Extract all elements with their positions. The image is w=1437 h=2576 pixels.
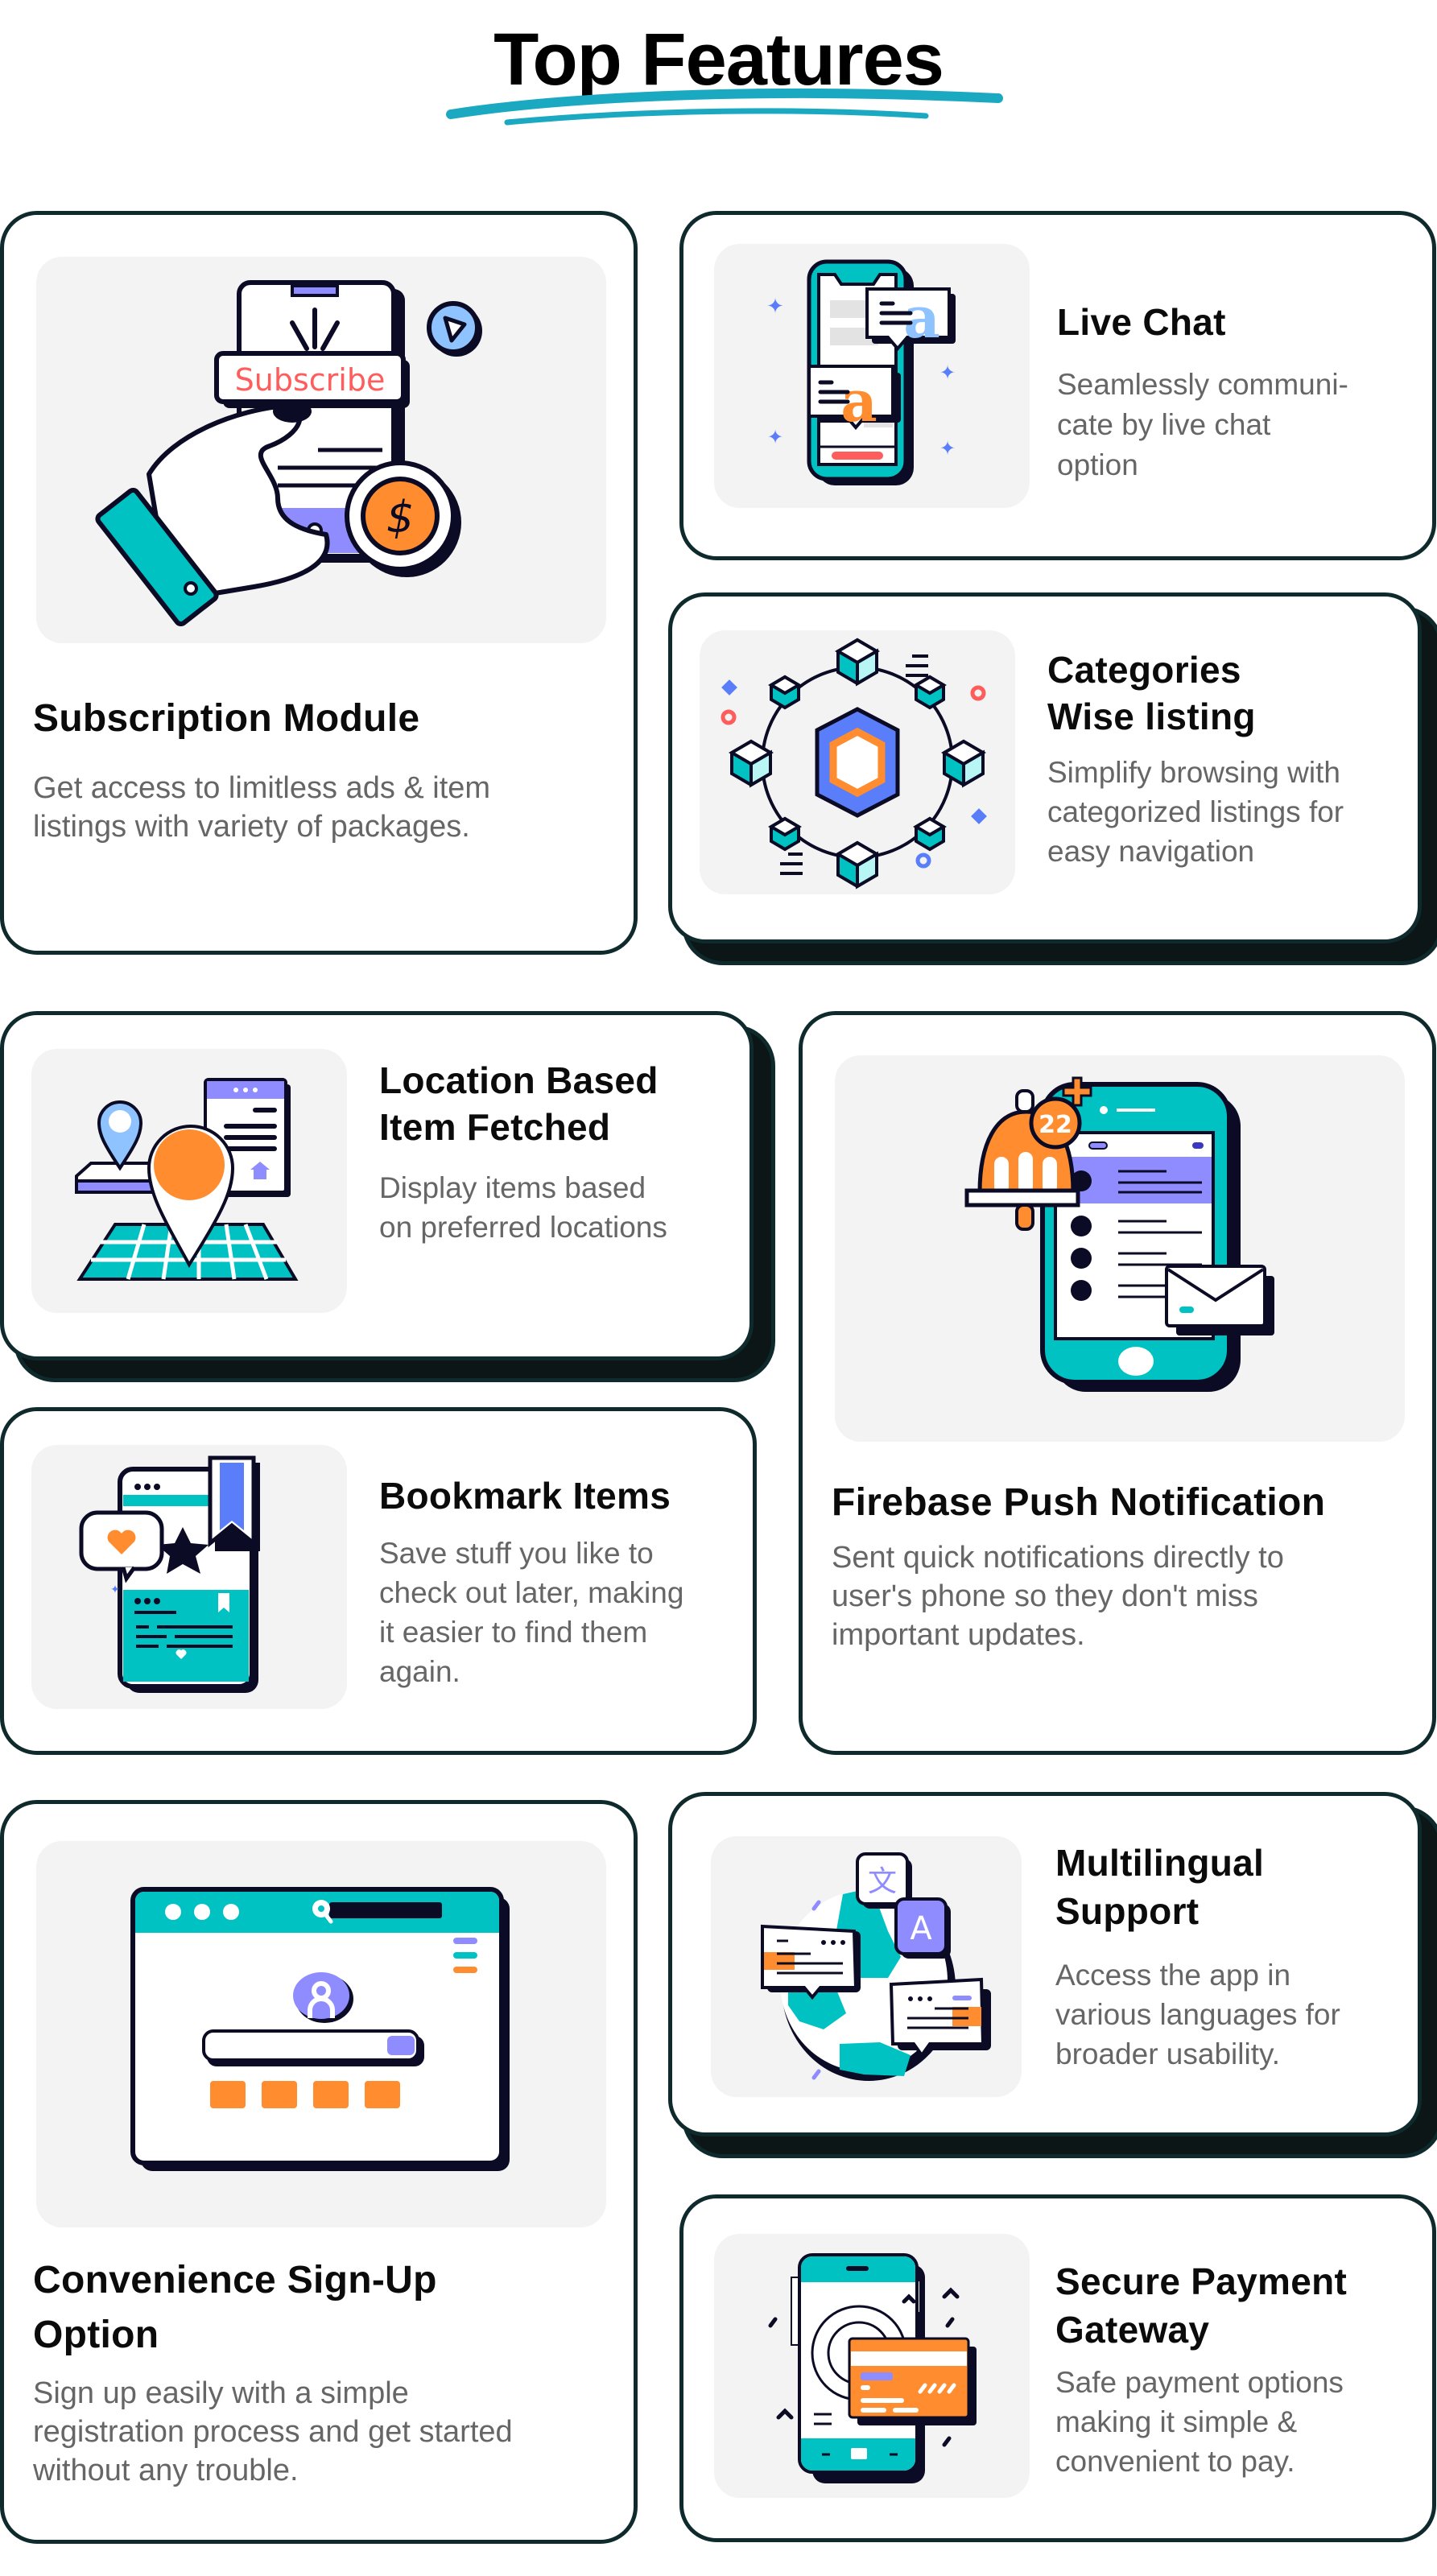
feature-description-line: option xyxy=(1057,448,1138,481)
location-map-icon xyxy=(75,1078,299,1281)
feature-title-line: Item Fetched xyxy=(379,1106,611,1148)
feature-description-line: listings with variety of packages. xyxy=(33,810,470,844)
feature-card-categories: Categories Wise listing Simplify browsin… xyxy=(668,592,1422,943)
feature-card-firebase: 22 Firebase Push Notification Sent quick… xyxy=(799,1011,1436,1755)
feature-description-line: check out later, making xyxy=(379,1576,684,1609)
bookmark-phone-icon: ✦ xyxy=(79,1455,260,1693)
feature-description-line: making it simple & xyxy=(1055,2405,1298,2438)
feature-card-live-chat: a a ✦ ✦ ✦ ✦ Live Chat Seamlessly communi… xyxy=(679,211,1436,560)
live-chat-illustration-panel: a a ✦ ✦ ✦ ✦ xyxy=(714,244,1030,508)
feature-description-line: various languages for xyxy=(1055,1998,1340,2031)
feature-title: Firebase Push Notification xyxy=(832,1481,1326,1524)
feature-card-multilingual: 文 A Multilingual Support Access the app … xyxy=(668,1792,1422,2136)
feature-description-line: user's phone so they don't miss xyxy=(832,1579,1258,1613)
subscribe-phone-icon: Subscribe $ xyxy=(95,280,482,627)
page-header: Top Features xyxy=(0,0,1437,145)
bookmark-illustration-panel: ✦ xyxy=(31,1445,347,1709)
feature-description-line: again. xyxy=(379,1655,460,1688)
feature-description-line: Get access to limitless ads & item xyxy=(33,771,491,805)
chinese-glyph: 文 xyxy=(868,1865,897,1898)
feature-description-line: Access the app in xyxy=(1055,1959,1291,1992)
feature-description-line: cate by live chat xyxy=(1057,408,1271,441)
svg-text:$: $ xyxy=(386,492,414,543)
feature-description-line: Seamlessly communi- xyxy=(1057,368,1348,401)
feature-description-line: Display items based xyxy=(379,1171,646,1204)
feature-title: Bookmark Items xyxy=(379,1475,671,1517)
brush-underline-decoration xyxy=(446,88,1003,126)
latin-glyph: A xyxy=(910,1910,932,1947)
feature-card-payment: Secure Payment Gateway Safe payment opti… xyxy=(679,2194,1436,2542)
feature-description-line: Save stuff you like to xyxy=(379,1537,654,1570)
svg-text:✦: ✦ xyxy=(939,438,956,460)
svg-text:✦: ✦ xyxy=(939,362,956,384)
feature-description-line: on preferred locations xyxy=(379,1211,667,1244)
feature-title-line: Option xyxy=(33,2314,159,2356)
feature-title-line: Convenience Sign-Up xyxy=(33,2259,437,2301)
categories-illustration-panel xyxy=(700,630,1015,894)
payment-card-icon xyxy=(768,2253,977,2483)
svg-text:✦: ✦ xyxy=(766,294,784,318)
feature-description-line: Sign up easily with a simple xyxy=(33,2376,409,2410)
firebase-illustration-panel: 22 xyxy=(835,1055,1405,1442)
feature-description-line: broader usability. xyxy=(1055,2037,1281,2070)
notification-phone-icon: 22 xyxy=(964,1076,1274,1392)
svg-text:✦: ✦ xyxy=(110,1583,120,1596)
svg-text:a: a xyxy=(903,284,939,351)
feature-description-line: easy navigation xyxy=(1047,835,1255,868)
feature-title-line: Gateway xyxy=(1055,2309,1210,2351)
notification-badge-count: 22 xyxy=(1039,1111,1072,1139)
feature-description-line: Safe payment options xyxy=(1055,2366,1344,2399)
location-illustration-panel xyxy=(31,1049,347,1313)
feature-description-line: registration process and get started xyxy=(33,2415,513,2449)
payment-illustration-panel xyxy=(714,2234,1030,2498)
signup-illustration-panel xyxy=(36,1841,606,2227)
feature-title: Live Chat xyxy=(1057,301,1226,343)
feature-description-line: important updates. xyxy=(832,1618,1085,1652)
signup-browser-icon xyxy=(130,1887,510,2171)
feature-description-line: Simplify browsing with xyxy=(1047,756,1340,789)
subscription-illustration-panel: Subscribe $ xyxy=(36,257,606,643)
feature-title-line: Wise listing xyxy=(1047,696,1256,737)
chat-phone-icon: a a ✦ ✦ ✦ ✦ xyxy=(766,259,956,485)
feature-title-line: Categories xyxy=(1047,649,1241,691)
feature-title-line: Location Based xyxy=(379,1059,659,1101)
multilingual-illustration-panel: 文 A xyxy=(711,1836,1022,2097)
feature-card-signup: Convenience Sign-Up Option Sign up easil… xyxy=(0,1800,638,2544)
feature-description-line: it easier to find them xyxy=(379,1616,648,1649)
feature-card-location: Location Based Item Fetched Display item… xyxy=(0,1011,754,1360)
feature-card-bookmark: ✦ Bookmark Items Save stuff you like to … xyxy=(0,1407,757,1755)
feature-title-line: Multilingual xyxy=(1055,1842,1265,1884)
category-network-icon xyxy=(721,638,987,890)
feature-description-line: convenient to pay. xyxy=(1055,2445,1295,2478)
svg-text:✦: ✦ xyxy=(767,427,783,448)
feature-description-line: categorized listings for xyxy=(1047,795,1344,828)
feature-card-subscription: Subscribe $ Subscription Module Get acce… xyxy=(0,211,638,955)
globe-translate-icon: 文 A xyxy=(761,1852,991,2081)
feature-description-line: without any trouble. xyxy=(33,2454,299,2487)
feature-title-line: Support xyxy=(1055,1890,1200,1932)
feature-description-line: Sent quick notifications directly to xyxy=(832,1541,1284,1575)
feature-title-line: Secure Payment xyxy=(1055,2260,1348,2302)
subscribe-label: Subscribe xyxy=(235,362,386,398)
feature-title: Subscription Module xyxy=(33,697,420,740)
